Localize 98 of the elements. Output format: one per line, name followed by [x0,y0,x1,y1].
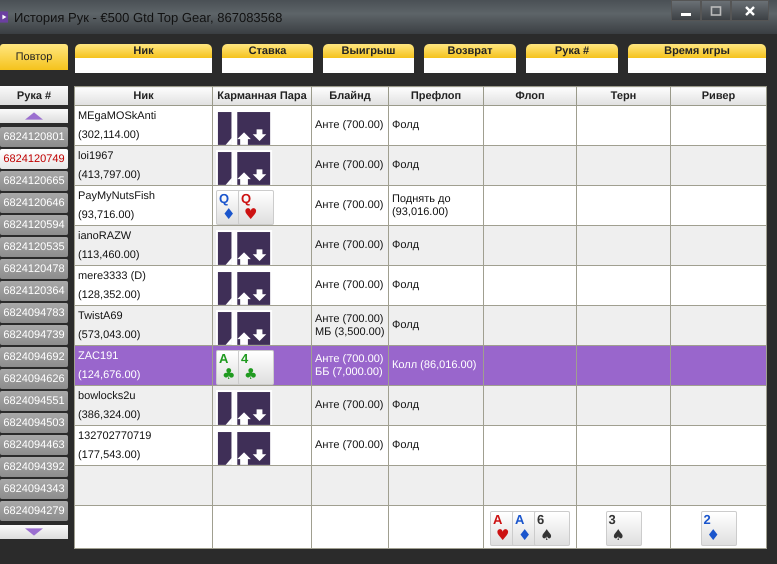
hand-number[interactable]: 6824120749 [0,149,68,169]
player-stack: (413,797.00) [78,168,142,182]
blind-text: Анте (700.00) [315,439,384,452]
column-header[interactable]: Блайнд [312,86,388,106]
player-stack: (573,043.00) [78,328,142,342]
player-name: loi1967 [78,150,114,162]
action-text: Фолд [392,279,420,292]
filter-field[interactable] [424,58,516,73]
filter-field[interactable] [75,58,212,73]
player-name: PayMyNutsFish [78,190,156,202]
app-icon [0,10,8,24]
card-rank: 6 [537,513,544,527]
player-row[interactable]: MEgaMOSkAnti (302,114.00) Анте (700.00) Фолд [74,106,766,146]
filter-field[interactable] [526,58,618,73]
player-row[interactable]: 132702770719 (177,543.00) Анте (700.00) Фолд [74,426,766,466]
maximize-icon [710,4,722,16]
filter-header[interactable]: Выигрыш [323,44,414,58]
action-text: Фолд [392,399,420,412]
player-stack: (128,352.00) [78,288,142,302]
filter-header[interactable]: Ставка [222,44,313,58]
card-suit: ♦ [518,527,532,543]
filter-header[interactable]: Рука # [526,44,618,58]
column-header[interactable]: Флоп [484,86,576,106]
action-text: Фолд [392,119,420,132]
action-text: Фолд [392,239,420,252]
minimize-icon [681,13,691,16]
blind-text: Анте (700.00) [315,239,384,252]
card-rank: 2 [704,513,711,527]
card-suit: ♣ [244,366,258,382]
card-backs-drawing [216,390,274,424]
window-title: История Рук - €500 Gtd Top Gear, 867083568 [14,10,282,24]
column-header[interactable]: Рука # [0,86,68,105]
action-text: Колл (86,016.00) [392,359,478,372]
card-rank: 3 [608,513,616,527]
filter-field[interactable] [222,58,313,73]
player-name: MEgaMOSkAnti [78,110,158,122]
filter-field[interactable] [628,58,766,73]
triangle-up-icon [25,112,43,120]
player-stack: (124,676.00) [78,368,142,382]
player-name: ZAC191 [78,350,120,362]
player-stack: (386,324.00) [78,408,142,422]
player-name: mere3333 (D) [78,270,147,282]
blind-text: Анте (700.00) [315,159,384,172]
card-backs-drawing [216,310,274,344]
column-header[interactable]: Ник [74,86,212,106]
player-name: bowlocks2u [78,390,136,402]
card-rank: A [219,352,228,366]
blind-text: Анте (700.00) МБ (3,500.00) [315,312,385,338]
blind-text: Анте (700.00) [315,399,384,412]
card-suit: ♥ [244,206,258,222]
blind-text: Анте (700.00) ББ (7,000.00) [315,352,384,378]
card-suit: ♦ [222,206,236,222]
column-header[interactable]: Терн [576,86,670,106]
blind-text: Анте (700.00) [315,279,384,292]
action-text: Фолд [392,159,420,172]
card-rank: A [515,513,524,527]
blind-text: Анте (700.00) [315,119,384,132]
card-suit: ♥ [496,527,510,543]
player-stack: (177,543.00) [78,448,142,462]
action-text: Фолд [392,319,420,332]
card-rank: Q [219,192,230,206]
player-name: 132702770719 [78,430,152,442]
replay-button[interactable]: Повтор [0,44,68,70]
action-text: Поднять до (93,016.00) [392,192,452,218]
card-rank: 4 [241,352,248,366]
card-backs-drawing [216,150,274,184]
card-rank: Q [241,192,252,206]
column-header[interactable]: Карманная Пара [212,86,312,106]
player-row[interactable]: loi1967 (413,797.00) Анте (700.00) Фолд [74,146,766,186]
player-row[interactable]: ianoRAZW (113,460.00) Анте (700.00) Фолд [74,226,766,266]
filter-header[interactable]: Возврат [424,44,516,58]
card-suit: ♦ [706,527,720,543]
card-backs-drawing [216,230,274,264]
triangle-down-icon [25,528,43,536]
action-text: Фолд [392,439,420,452]
player-stack: (113,460.00) [78,248,141,262]
player-row[interactable]: bowlocks2u (386,324.00) Анте (700.00) Фолд [74,386,766,426]
player-name: ianoRAZW [78,230,132,242]
minimize-button[interactable] [671,0,701,21]
scroll-up-button[interactable] [0,109,68,123]
player-name: TwistA69 [78,310,124,322]
maximize-button[interactable] [701,0,731,21]
column-header[interactable]: Префлоп [388,86,484,106]
player-stack: (302,114.00) [78,128,141,142]
filter-header[interactable]: Время игры [628,44,766,58]
player-stack: (93,716.00) [78,208,136,222]
scroll-down-button[interactable] [0,525,68,539]
player-row[interactable]: mere3333 (D) (128,352.00) Анте (700.00) Фолд [74,266,766,306]
close-button[interactable] [731,0,769,21]
card-suit: ♠ [612,527,625,543]
filter-field[interactable] [323,58,414,73]
close-icon [744,4,756,16]
card-rank: A [493,513,502,527]
column-header[interactable]: Ривер [670,86,766,106]
card-suit: ♣ [222,366,236,382]
card-suit: ♠ [540,527,554,543]
blind-text: Анте (700.00) [315,199,384,212]
filter-header[interactable]: Ник [75,44,212,58]
